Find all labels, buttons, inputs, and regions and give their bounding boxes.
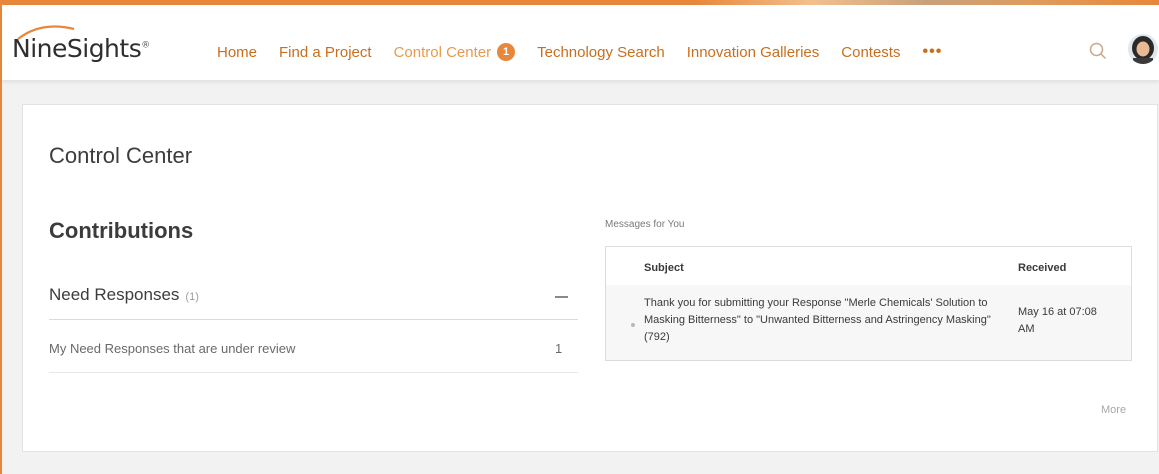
bullet-icon	[631, 323, 635, 327]
minus-icon[interactable]	[555, 296, 568, 298]
logo-text-nine: Nine	[12, 34, 67, 63]
main-nav: Home Find a Project Control Center 1 Tec…	[217, 41, 964, 63]
nav-control-center-label: Control Center	[393, 43, 492, 61]
logo-text-sights: Sights	[66, 34, 142, 63]
message-subject[interactable]: Thank you for submitting your Response "…	[644, 295, 1004, 346]
control-center-panel: Control Center Contributions Need Respon…	[22, 104, 1158, 452]
logo-registered-mark: ®	[141, 40, 150, 51]
nav-home[interactable]: Home	[217, 44, 257, 61]
user-avatar[interactable]	[1128, 34, 1158, 64]
nav-control-center[interactable]: Control Center 1	[394, 43, 516, 61]
divider	[49, 372, 578, 373]
nav-more-menu[interactable]: •••	[922, 43, 942, 61]
ninesights-logo[interactable]: NineSights®	[12, 34, 150, 70]
nav-contests[interactable]: Contests	[841, 44, 900, 61]
contributions-title: Contributions	[49, 218, 194, 243]
need-responses-under-review-link[interactable]: My Need Responses that are under review	[49, 341, 295, 356]
search-icon[interactable]	[1089, 42, 1107, 60]
messages-title: Messages for You	[605, 219, 685, 230]
column-header-subject: Subject	[644, 262, 684, 274]
divider	[49, 319, 578, 320]
messages-table: Subject Received Thank you for submittin…	[605, 246, 1132, 361]
need-responses-label: Need Responses	[49, 285, 180, 304]
notification-badge: 1	[497, 43, 516, 61]
message-received: May 16 at 07:08 AM	[1018, 306, 1097, 335]
nav-technology-search[interactable]: Technology Search	[537, 44, 665, 61]
nav-innovation-galleries[interactable]: Innovation Galleries	[687, 44, 820, 61]
nav-find-a-project[interactable]: Find a Project	[279, 44, 372, 61]
need-responses-under-review-count[interactable]: 1	[555, 341, 562, 356]
page-title: Control Center	[49, 143, 193, 168]
need-responses-heading[interactable]: Need Responses (1)	[49, 285, 199, 305]
need-responses-count: (1)	[185, 291, 199, 303]
column-header-received: Received	[1018, 262, 1067, 274]
more-messages-link[interactable]: More	[1101, 404, 1126, 416]
top-navbar: NineSights® Home Find a Project Control …	[2, 5, 1159, 81]
